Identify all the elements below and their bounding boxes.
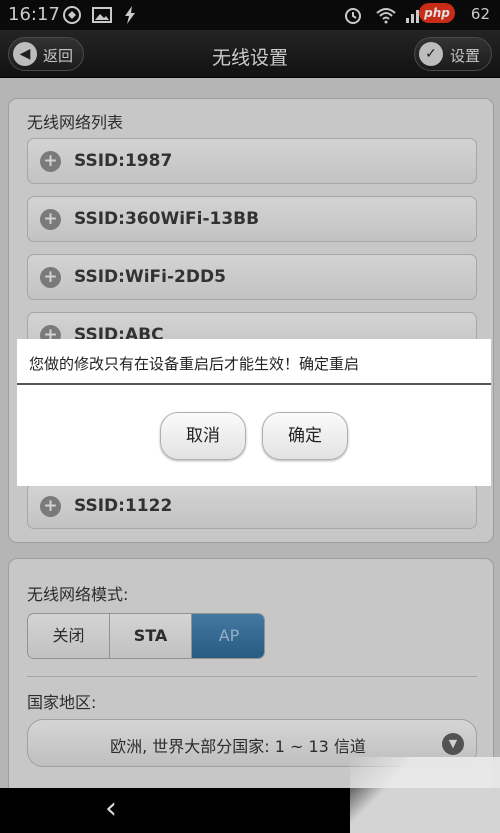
ssid-item[interactable]: + SSID:1122: [27, 483, 477, 529]
image-icon: [92, 7, 112, 23]
divider: [27, 676, 477, 677]
region-label: 国家地区:: [27, 693, 97, 712]
mode-segmented-control: 关闭 STA AP: [27, 613, 265, 659]
ssid-label: SSID:1987: [74, 151, 173, 171]
ssid-label: SSID:WiFi-2DD5: [74, 267, 226, 287]
dialog-message: 您做的修改只有在设备重启后才能生效！确定重启: [29, 355, 360, 373]
watermark: [350, 757, 500, 833]
restart-confirm-dialog: 您做的修改只有在设备重启后才能生效！确定重启 取消 确定: [17, 339, 491, 486]
ssid-item[interactable]: + SSID:360WiFi-13BB: [27, 196, 477, 242]
expand-plus-icon: +: [40, 267, 61, 288]
cancel-button[interactable]: 取消: [160, 412, 246, 460]
ssid-label: SSID:1122: [74, 496, 173, 516]
mode-option-off[interactable]: 关闭: [28, 614, 110, 658]
php-badge: php: [419, 3, 455, 23]
ssid-item[interactable]: + SSID:1987: [27, 138, 477, 184]
nav-back-icon[interactable]: ‹: [96, 794, 126, 826]
charging-icon: [125, 6, 135, 24]
status-bar: 16:17 php 62: [0, 0, 500, 30]
status-time: 16:17: [8, 4, 60, 25]
wifi-icon: [376, 8, 396, 24]
dialog-divider: [17, 383, 491, 385]
confirm-button[interactable]: 确定: [262, 412, 348, 460]
ssid-label: SSID:360WiFi-13BB: [74, 209, 260, 229]
mode-option-ap[interactable]: AP: [192, 614, 264, 658]
expand-plus-icon: +: [40, 151, 61, 172]
chevron-down-icon: ▼: [442, 733, 464, 755]
title-bar: ◀ 返回 无线设置 ✓ 设置: [0, 30, 500, 78]
alarm-icon: [345, 8, 361, 24]
settings-button-label: 设置: [450, 47, 481, 65]
mode-label: 无线网络模式:: [27, 585, 129, 604]
settings-button[interactable]: ✓ 设置: [414, 37, 492, 71]
wifi-list-label: 无线网络列表: [27, 113, 124, 132]
battery-level: 62: [470, 5, 490, 23]
expand-plus-icon: +: [40, 209, 61, 230]
sync-icon: [63, 6, 81, 24]
mode-option-sta[interactable]: STA: [110, 614, 192, 658]
expand-plus-icon: +: [40, 496, 61, 517]
checkmark-icon: ✓: [419, 42, 443, 66]
wireless-settings-panel: 无线网络模式: 关闭 STA AP 国家地区: 欧洲, 世界大部分国家: 1 ~…: [8, 558, 494, 788]
region-selected-value: 欧洲, 世界大部分国家: 1 ~ 13 信道: [110, 737, 366, 756]
ssid-item[interactable]: + SSID:WiFi-2DD5: [27, 254, 477, 300]
